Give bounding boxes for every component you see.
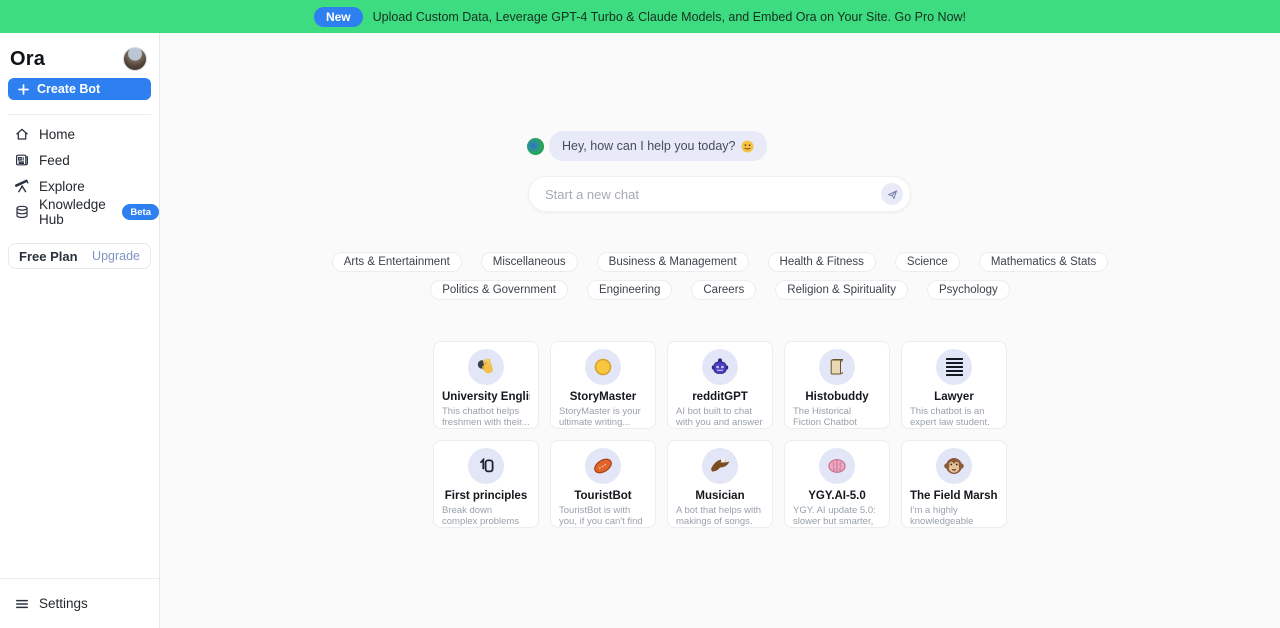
ora-bot-avatar [527, 138, 544, 155]
bot-card-lawyer[interactable]: Lawyer This chatbot is an expert law stu… [901, 341, 1007, 429]
create-bot-label: Create Bot [37, 82, 100, 96]
upgrade-link[interactable]: Upgrade [92, 249, 140, 263]
bot-card-musician[interactable]: Musician A bot that helps with makings o… [667, 440, 773, 528]
sidebar-item-label: Home [39, 127, 75, 142]
database-icon [14, 204, 30, 220]
bot-card-university-english[interactable]: University English... This chatbot helps… [433, 341, 539, 429]
monkey-face-icon [936, 448, 972, 484]
sidebar-item-feed[interactable]: Feed [0, 147, 159, 173]
plan-name: Free Plan [19, 249, 78, 264]
purple-robot-icon [702, 349, 738, 385]
category-pill[interactable]: Mathematics & Stats [979, 252, 1108, 272]
promo-banner[interactable]: New Upload Custom Data, Leverage GPT-4 T… [0, 0, 1280, 33]
bot-name: StoryMaster [559, 391, 647, 403]
bot-name: First principles [442, 490, 530, 502]
plan-box: Free Plan Upgrade [8, 243, 151, 269]
user-avatar[interactable] [123, 47, 147, 71]
app-logo: Ora [10, 48, 45, 71]
bot-name: Histobuddy [793, 391, 881, 403]
bot-description: I'm a highly knowledgeable Bot... [910, 505, 998, 528]
bot-card-field-marshal[interactable]: The Field Marshal I'm a highly knowledge… [901, 440, 1007, 528]
send-icon [886, 188, 899, 201]
send-button[interactable] [881, 183, 903, 205]
promo-banner-text: Upload Custom Data, Leverage GPT-4 Turbo… [373, 10, 966, 24]
sidebar-item-explore[interactable]: Explore [0, 173, 159, 199]
bot-name: University English... [442, 391, 530, 403]
sidebar: Ora Create Bot Home Feed Explore Kn [0, 33, 160, 628]
bot-card-histobuddy[interactable]: Histobuddy The Historical Fiction Chatbo… [784, 341, 890, 429]
bot-card-ygy-ai[interactable]: YGY.AI-5.0 YGY. AI update 5.0: slower bu… [784, 440, 890, 528]
bot-card-storymaster[interactable]: StoryMaster StoryMaster is your ultimate… [550, 341, 656, 429]
category-pill[interactable]: Engineering [587, 280, 672, 300]
sidebar-divider [8, 114, 151, 115]
sidebar-item-label: Feed [39, 153, 70, 168]
sidebar-item-knowledge-hub[interactable]: Knowledge Hub Beta [0, 199, 159, 225]
settings-button[interactable]: Settings [0, 596, 88, 612]
sidebar-footer: Settings [0, 578, 159, 628]
bot-name: Lawyer [910, 391, 998, 403]
sidebar-item-home[interactable]: Home [0, 121, 159, 147]
new-chat-input-wrap [528, 176, 911, 212]
bot-name: redditGPT [676, 391, 764, 403]
book-stack-icon [936, 349, 972, 385]
category-pill[interactable]: Miscellaneous [481, 252, 578, 272]
bot-description: This chatbot is an expert law student. I… [910, 406, 998, 429]
greeting-bubble: Hey, how can I help you today? [549, 131, 767, 161]
category-pill[interactable]: Arts & Entertainment [332, 252, 462, 272]
eagle-icon [702, 448, 738, 484]
bot-name: The Field Marshal [910, 490, 998, 502]
category-pill[interactable]: Health & Fitness [768, 252, 876, 272]
bot-description: This chatbot helps freshmen with their..… [442, 406, 530, 429]
greeting-text: Hey, how can I help you today? [562, 139, 736, 153]
category-pill[interactable]: Careers [691, 280, 756, 300]
scroll-icon [819, 349, 855, 385]
home-icon [14, 126, 30, 142]
bot-description: A bot that helps with makings of songs. … [676, 505, 764, 528]
beta-badge: Beta [122, 204, 159, 220]
category-pill[interactable]: Psychology [927, 280, 1010, 300]
category-pill[interactable]: Science [895, 252, 960, 272]
category-pill[interactable]: Religion & Spirituality [775, 280, 908, 300]
telescope-icon [14, 178, 30, 194]
bot-name: TouristBot [559, 490, 647, 502]
sidebar-item-label: Explore [39, 179, 85, 194]
smiling-face-emoji-icon [741, 140, 754, 153]
bot-cards-grid: University English... This chatbot helps… [160, 341, 1280, 528]
bot-description: StoryMaster is your ultimate writing... [559, 406, 647, 429]
bot-name: Musician [676, 490, 764, 502]
main-content: Hey, how can I help you today? Arts & En… [160, 33, 1280, 628]
plus-icon [18, 84, 29, 95]
brain-icon [819, 448, 855, 484]
waving-hand-icon [468, 349, 504, 385]
category-pills: Arts & Entertainment Miscellaneous Busin… [160, 252, 1280, 300]
bot-description: TouristBot is with you, if you can't fin… [559, 505, 647, 528]
create-bot-button[interactable]: Create Bot [8, 78, 151, 100]
one-outline-icon [468, 448, 504, 484]
new-badge: New [314, 7, 363, 27]
yellow-circle-icon [585, 349, 621, 385]
football-icon [585, 448, 621, 484]
bot-card-touristbot[interactable]: TouristBot TouristBot is with you, if yo… [550, 440, 656, 528]
new-chat-input[interactable] [545, 187, 881, 202]
bot-card-first-principles[interactable]: First principles Break down complex prob… [433, 440, 539, 528]
bot-description: The Historical Fiction Chatbot Experienc… [793, 406, 881, 429]
bot-description: AI bot built to chat with you and answer… [676, 406, 764, 429]
settings-label: Settings [39, 596, 88, 611]
category-pill[interactable]: Business & Management [597, 252, 749, 272]
bot-description: Break down complex problems into basic..… [442, 505, 530, 528]
bot-name: YGY.AI-5.0 [793, 490, 881, 502]
feed-icon [14, 152, 30, 168]
sidebar-item-label: Knowledge Hub [39, 197, 107, 227]
settings-icon [14, 596, 30, 612]
bot-description: YGY. AI update 5.0: slower but smarter, … [793, 505, 881, 528]
category-pill[interactable]: Politics & Government [430, 280, 568, 300]
bot-card-redditgpt[interactable]: redditGPT AI bot built to chat with you … [667, 341, 773, 429]
